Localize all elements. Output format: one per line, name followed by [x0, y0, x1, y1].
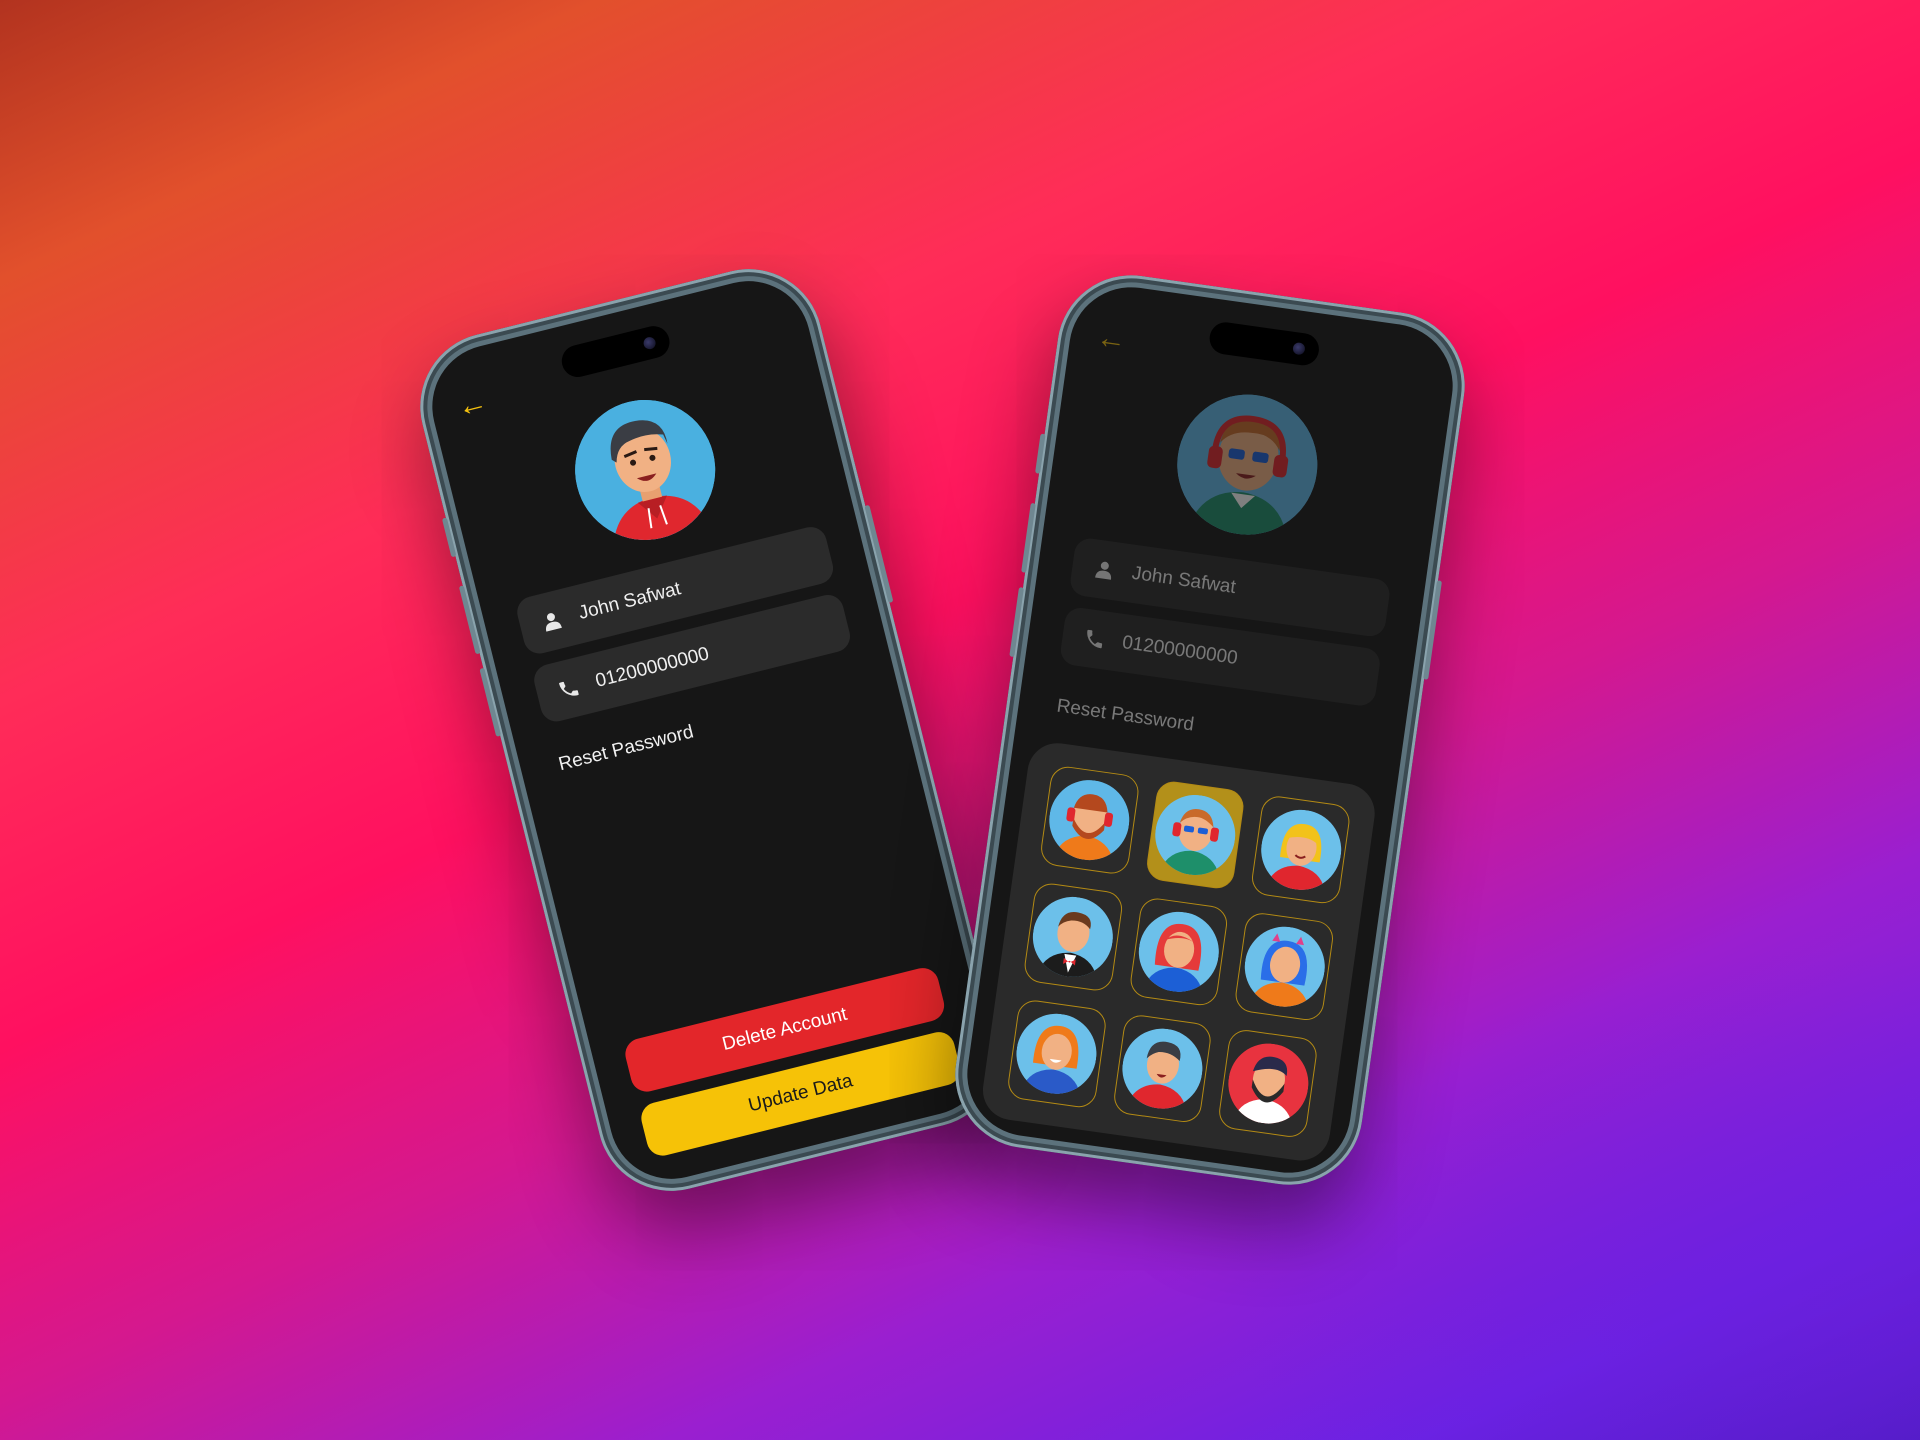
volume-up-button — [1021, 502, 1036, 573]
avatar-hoodie-man-icon — [1117, 1023, 1208, 1114]
avatar-option-5[interactable] — [1127, 896, 1230, 1008]
dynamic-island — [558, 322, 673, 381]
avatar-picker-sheet — [979, 739, 1379, 1165]
phone-avatar-picker: ← John Safwat 01200000000 Reset Password — [945, 265, 1475, 1195]
mute-switch — [441, 517, 457, 558]
avatar-hoodie-man-icon — [560, 385, 731, 555]
person-icon — [1088, 554, 1120, 586]
person-icon — [535, 604, 569, 638]
phone-icon — [552, 672, 586, 706]
avatar-option-8[interactable] — [1111, 1012, 1214, 1125]
name-value: John Safwat — [576, 578, 683, 624]
avatar-bearded-man-red-icon — [1222, 1038, 1314, 1129]
phone-value: 01200000000 — [593, 643, 712, 692]
power-button — [1423, 580, 1443, 680]
avatar-picker-screen: ← John Safwat 01200000000 Reset Password — [959, 279, 1461, 1181]
reset-password-link[interactable]: Reset Password — [1055, 696, 1195, 737]
camera-icon — [1292, 341, 1306, 356]
avatar-red-hair-woman-icon — [1133, 906, 1224, 997]
profile-avatar[interactable] — [560, 385, 731, 555]
mute-switch — [1035, 433, 1046, 474]
name-value: John Safwat — [1130, 562, 1238, 599]
camera-icon — [642, 335, 657, 351]
avatar-blonde-woman-icon — [1255, 804, 1347, 895]
avatar-tuxedo-man-icon — [1028, 891, 1119, 983]
avatar-sunglasses-headphones-icon — [1168, 385, 1327, 544]
avatar-option-6[interactable] — [1233, 910, 1336, 1023]
arrow-left-icon[interactable]: ← — [454, 385, 491, 424]
dynamic-island — [1207, 320, 1321, 368]
avatar-bearded-headphones-icon — [1044, 774, 1135, 866]
phone-value: 01200000000 — [1120, 632, 1239, 670]
avatar-ginger-woman-icon — [1011, 1008, 1102, 1100]
avatar-option-4[interactable] — [1022, 881, 1125, 993]
profile-avatar[interactable] — [1168, 385, 1327, 544]
avatar-option-3[interactable] — [1250, 794, 1352, 906]
reset-password-link[interactable]: Reset Password — [556, 721, 696, 776]
phone-profile: ← John Safwat 01200000000 Reset Password… — [404, 253, 1016, 1207]
avatar-option-9[interactable] — [1217, 1027, 1319, 1140]
arrow-left-icon[interactable]: ← — [1094, 321, 1128, 358]
phone-icon — [1079, 623, 1111, 655]
avatar-sunglasses-headphones-icon — [1150, 789, 1241, 881]
avatar-option-1[interactable] — [1038, 764, 1141, 876]
avatar-option-7[interactable] — [1005, 998, 1108, 1110]
avatar-blue-hair-girl-icon — [1239, 921, 1330, 1012]
avatar-option-2[interactable] — [1144, 779, 1247, 891]
volume-down-button — [1009, 587, 1024, 658]
profile-screen: ← John Safwat 01200000000 Reset Password… — [419, 268, 1001, 1192]
